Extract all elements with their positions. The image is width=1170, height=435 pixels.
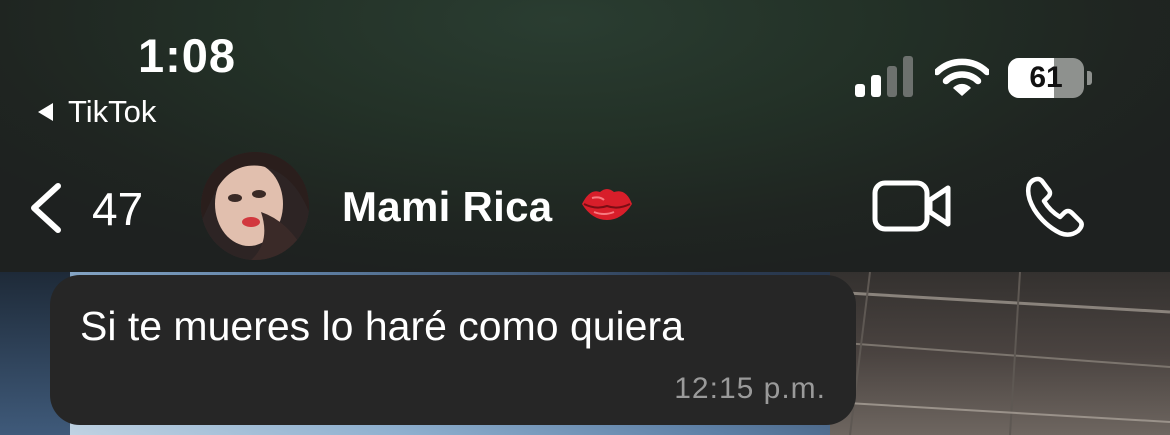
wifi-icon — [935, 58, 989, 96]
unread-count[interactable]: 47 — [92, 182, 143, 236]
contact-name[interactable]: Mami Rica — [342, 183, 552, 231]
battery-level-text: 61 — [1029, 61, 1063, 94]
status-time: 1:08 — [138, 29, 237, 82]
cellular-signal-icon — [855, 56, 913, 97]
chat-screen: 1:08 TikTok 61 47 Mami Rica Si te mueres… — [0, 0, 1170, 435]
back-app-label: TikTok — [68, 94, 157, 129]
back-chevron-icon[interactable] — [26, 182, 66, 234]
back-triangle-icon — [38, 103, 53, 121]
phone-call-icon[interactable] — [1024, 175, 1088, 237]
battery-tip — [1087, 71, 1092, 85]
message-text: Si te mueres lo haré como quiera — [80, 303, 684, 349]
message-timestamp: 12:15 p.m. — [674, 372, 826, 405]
back-to-app-link[interactable]: TikTok — [38, 94, 156, 130]
video-call-icon[interactable] — [872, 180, 952, 232]
avatar-photo — [201, 152, 309, 260]
battery-indicator: 61 — [1008, 58, 1084, 98]
contact-avatar[interactable] — [201, 152, 309, 260]
message-bubble[interactable]: Si te mueres lo haré como quiera 12:15 p… — [50, 275, 856, 425]
kiss-mark-icon — [582, 189, 632, 220]
wallpaper-building-lines — [830, 272, 1170, 435]
